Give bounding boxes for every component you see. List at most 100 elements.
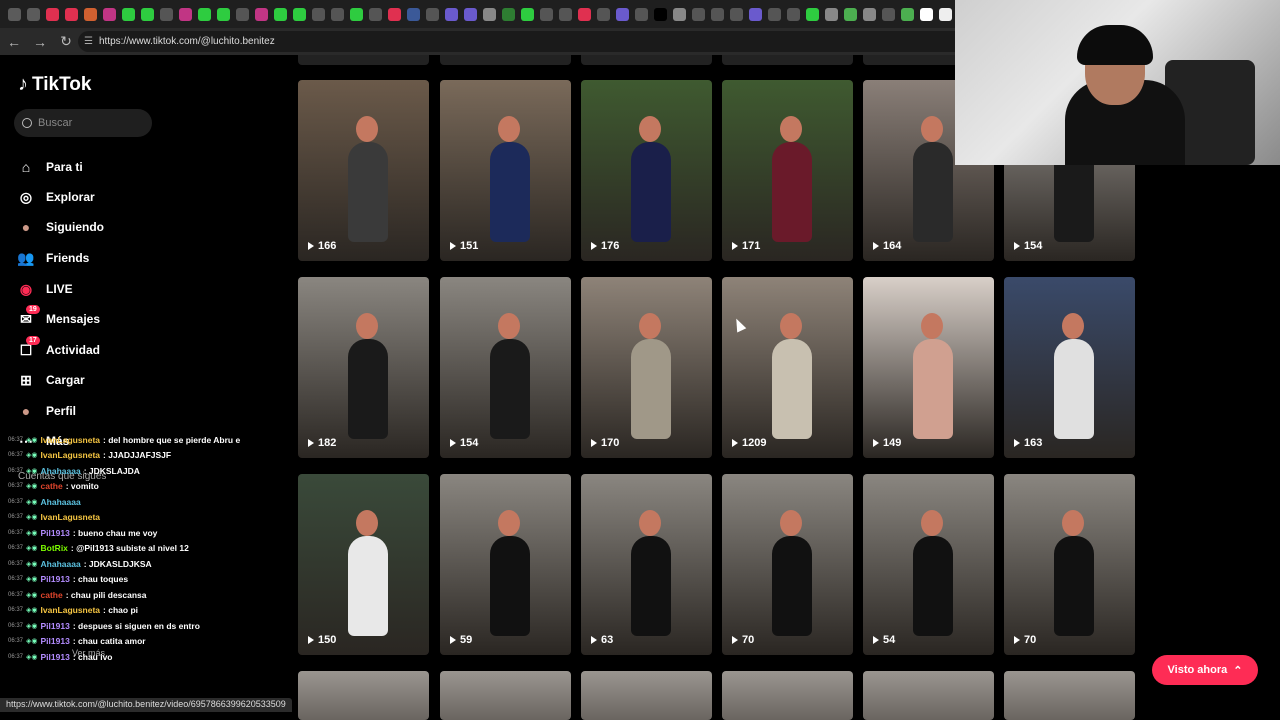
tab-favicon-icon[interactable] (388, 7, 401, 21)
tab-favicon-icon[interactable] (369, 7, 382, 21)
tab-favicon-icon[interactable] (559, 7, 572, 21)
sidebar-item-friends[interactable]: 👥 Friends (16, 244, 89, 272)
tab-favicon-icon[interactable] (274, 7, 287, 21)
reload-icon[interactable]: ↻ (54, 30, 78, 54)
tab-favicon-icon[interactable] (198, 7, 211, 21)
play-icon (873, 636, 879, 644)
video-tile[interactable]: 182 (298, 277, 429, 458)
tab-favicon-icon[interactable] (502, 7, 515, 21)
tab-favicon-icon[interactable] (483, 7, 496, 21)
tab-favicon-icon[interactable] (768, 7, 781, 21)
partial-video-tile[interactable] (440, 671, 571, 720)
video-thumbnail-head (638, 313, 661, 340)
sidebar-item-cargar[interactable]: ⊞ Cargar (16, 366, 85, 394)
video-tile[interactable]: 70 (722, 474, 853, 655)
sidebar-item-actividad[interactable]: ☐ 17 Actividad (16, 336, 100, 364)
tab-favicon-icon[interactable] (749, 7, 762, 21)
video-tile[interactable]: 151 (440, 80, 571, 261)
tab-favicon-icon[interactable] (103, 7, 116, 21)
sidebar-item-mensajes[interactable]: ✉ 19 Mensajes (16, 305, 100, 333)
tab-favicon-icon[interactable] (46, 7, 59, 21)
sidebar-item-para-ti[interactable]: ⌂ Para ti (16, 153, 83, 181)
tab-favicon-icon[interactable] (844, 7, 857, 21)
tab-favicon-icon[interactable] (293, 7, 306, 21)
partial-video-tile[interactable] (298, 671, 429, 720)
tab-favicon-icon[interactable] (464, 7, 477, 21)
search-input[interactable]: Buscar (14, 109, 152, 137)
site-info-icon[interactable]: ☰ (84, 36, 93, 47)
tab-favicon-icon[interactable] (521, 7, 534, 21)
video-tile[interactable]: 63 (581, 474, 712, 655)
tab-favicon-icon[interactable] (654, 7, 667, 21)
tab-favicon-icon[interactable] (825, 7, 838, 21)
tab-favicon-icon[interactable] (350, 7, 363, 21)
tab-favicon-icon[interactable] (920, 7, 933, 21)
partial-video-tile[interactable] (1004, 671, 1135, 720)
tab-favicon-icon[interactable] (65, 7, 78, 21)
tab-favicon-icon[interactable] (84, 7, 97, 21)
video-tile[interactable]: 166 (298, 80, 429, 261)
chat-username: Pil1913 (40, 636, 70, 647)
back-icon[interactable]: ← (2, 30, 26, 54)
tab-favicon-icon[interactable] (122, 7, 135, 21)
tab-favicon-icon[interactable] (882, 7, 895, 21)
tab-favicon-icon[interactable] (27, 7, 40, 21)
tab-favicon-icon[interactable] (217, 7, 230, 21)
video-tile[interactable]: 170 (581, 277, 712, 458)
partial-video-tile[interactable] (863, 671, 994, 720)
watch-now-button[interactable]: Visto ahora ⌃ (1152, 655, 1258, 685)
video-thumbnail-head (497, 313, 520, 340)
sidebar-item-perfil[interactable]: ● Perfil (16, 397, 76, 425)
partial-video-tile[interactable] (298, 55, 429, 65)
partial-video-tile[interactable] (440, 55, 571, 65)
sidebar-item-siguiendo[interactable]: ● Siguiendo (16, 213, 104, 241)
tab-favicon-icon[interactable] (236, 7, 249, 21)
tab-favicon-icon[interactable] (141, 7, 154, 21)
tab-favicon-icon[interactable] (578, 7, 591, 21)
partial-video-tile[interactable] (581, 55, 712, 65)
tab-favicon-icon[interactable] (939, 7, 952, 21)
tab-favicon-icon[interactable] (901, 7, 914, 21)
video-tile[interactable]: 59 (440, 474, 571, 655)
tab-favicon-icon[interactable] (863, 7, 876, 21)
video-tile[interactable]: 176 (581, 80, 712, 261)
tab-favicon-icon[interactable] (616, 7, 629, 21)
video-tile[interactable]: 163 (1004, 277, 1135, 458)
video-tile[interactable]: 70 (1004, 474, 1135, 655)
tab-favicon-icon[interactable] (445, 7, 458, 21)
video-tile[interactable]: 171 (722, 80, 853, 261)
tab-favicon-icon[interactable] (692, 7, 705, 21)
partial-video-tile[interactable] (722, 55, 853, 65)
tab-favicon-icon[interactable] (787, 7, 800, 21)
view-count: 154 (450, 437, 478, 449)
view-count: 70 (1014, 634, 1036, 646)
home-icon: ⌂ (21, 159, 31, 175)
tab-favicon-icon[interactable] (312, 7, 325, 21)
video-tile[interactable]: 154 (440, 277, 571, 458)
tab-favicon-icon[interactable] (635, 7, 648, 21)
video-tile[interactable]: 1209 (722, 277, 853, 458)
tab-favicon-icon[interactable] (331, 7, 344, 21)
sidebar-item-explorar[interactable]: ◎ Explorar (16, 183, 95, 211)
tab-favicon-icon[interactable] (255, 7, 268, 21)
video-thumbnail-person (347, 141, 388, 242)
partial-video-tile[interactable] (722, 671, 853, 720)
tab-favicon-icon[interactable] (426, 7, 439, 21)
video-tile[interactable]: 54 (863, 474, 994, 655)
tiktok-logo[interactable]: ♪ TikTok (18, 73, 91, 96)
video-tile[interactable]: 149 (863, 277, 994, 458)
tab-favicon-icon[interactable] (179, 7, 192, 21)
forward-icon[interactable]: → (28, 30, 52, 54)
tab-favicon-icon[interactable] (730, 7, 743, 21)
tab-favicon-icon[interactable] (8, 7, 21, 21)
tab-favicon-icon[interactable] (806, 7, 819, 21)
tab-favicon-icon[interactable] (673, 7, 686, 21)
partial-video-tile[interactable] (581, 671, 712, 720)
tab-favicon-icon[interactable] (160, 7, 173, 21)
tab-favicon-icon[interactable] (597, 7, 610, 21)
tab-favicon-icon[interactable] (540, 7, 553, 21)
sidebar-item-live[interactable]: ◉ LIVE (16, 275, 73, 303)
tab-favicon-icon[interactable] (711, 7, 724, 21)
video-tile[interactable]: 150 (298, 474, 429, 655)
tab-favicon-icon[interactable] (407, 7, 420, 21)
